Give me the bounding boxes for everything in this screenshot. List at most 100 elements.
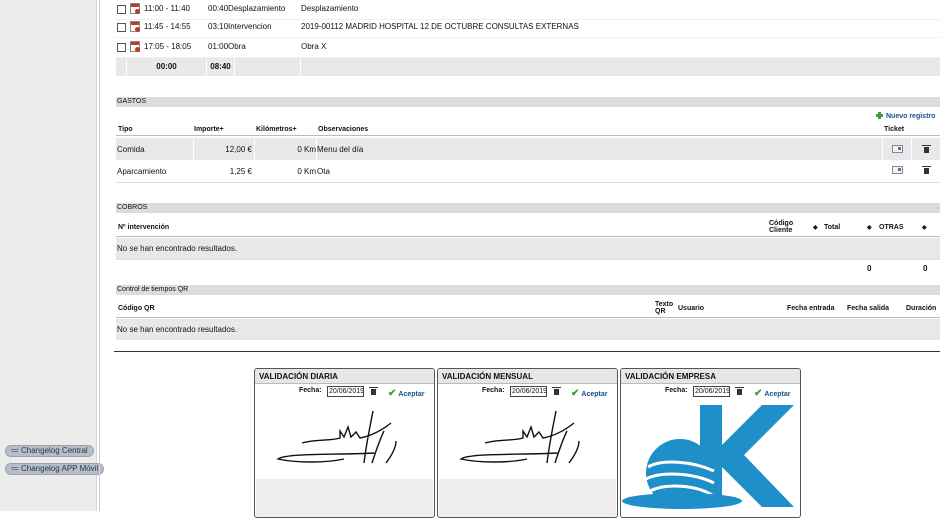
col-usuario: Usuario: [678, 305, 705, 312]
accept-button[interactable]: ✔ Aceptar: [754, 388, 790, 399]
ticket-image-icon[interactable]: [892, 166, 903, 174]
gastos-row: Comida 12,00 € 0 Km Menu del día: [116, 138, 940, 160]
col-fecha-entrada: Fecha entrada: [787, 305, 835, 312]
validation-title: VALIDACIÓN DIARIA: [255, 369, 434, 384]
list-icon: ≔: [11, 464, 19, 473]
gasto-km: 0 Km: [297, 167, 316, 176]
col-duracion: Duración: [906, 305, 937, 312]
trash-icon[interactable]: [735, 387, 744, 395]
gastos-title: GASTOS: [116, 97, 940, 107]
time-duration: 01:00: [208, 42, 229, 51]
time-type: Intervencion: [228, 22, 272, 31]
gasto-importe: 1,25 €: [229, 167, 252, 176]
row-checkbox[interactable]: [117, 43, 126, 52]
date-input[interactable]: 20/06/2019: [327, 386, 364, 397]
changelog-central-link[interactable]: ≔ Changelog Central: [5, 445, 94, 457]
section-divider: [114, 351, 940, 352]
col-km[interactable]: Kilómetros+: [256, 126, 297, 133]
trash-icon[interactable]: [922, 166, 931, 174]
time-description: Obra X: [301, 42, 327, 51]
accept-button[interactable]: ✔ Aceptar: [388, 388, 424, 399]
gasto-km: 0 Km: [297, 145, 316, 154]
list-icon: ≔: [11, 446, 19, 455]
time-range: 11:00 - 11:40: [144, 4, 190, 13]
fecha-label: Fecha:: [299, 387, 322, 394]
col-observaciones: Observaciones: [318, 126, 369, 133]
accept-label: Aceptar: [764, 391, 791, 398]
signature-image: [459, 410, 580, 464]
changelog-central-label: Changelog Central: [21, 446, 88, 455]
cobros-empty-message: No se han encontrado resultados.: [117, 244, 238, 253]
validation-card-daily: VALIDACIÓN DIARIA Fecha: 20/06/2019 ✔ Ace…: [254, 368, 435, 518]
cobros-otras-sum: 0: [923, 264, 928, 273]
check-icon: ✔: [754, 388, 763, 399]
cobros-totals-row: 0 0: [116, 259, 940, 275]
time-duration: 00:40: [208, 4, 229, 13]
cobros-empty-row: No se han encontrado resultados.: [116, 238, 940, 259]
row-checkbox[interactable]: [117, 5, 126, 14]
time-totals-row: 00:00 08:40: [116, 58, 940, 76]
new-record-button[interactable]: Nuevo registro: [876, 112, 935, 120]
date-input[interactable]: 20/06/2019: [693, 386, 730, 397]
col-ticket: Ticket: [884, 126, 905, 133]
validation-title: VALIDACIÓN EMPRESA: [621, 369, 800, 384]
qr-empty-row: No se han encontrado resultados.: [116, 319, 940, 340]
cobros-header: Nº intervención Código Cliente ◆ Total ◆…: [116, 220, 940, 237]
gasto-observaciones: Ota: [317, 167, 330, 176]
col-total[interactable]: Total: [824, 224, 840, 231]
date-input[interactable]: 20/06/2019: [510, 386, 547, 397]
col-tipo[interactable]: Tipo: [118, 126, 133, 133]
calendar-icon[interactable]: [130, 41, 140, 52]
row-checkbox[interactable]: [117, 23, 126, 32]
total-b: 08:40: [206, 58, 234, 76]
gasto-tipo: Comida: [117, 145, 145, 154]
check-icon: ✔: [571, 388, 580, 399]
check-icon: ✔: [388, 388, 397, 399]
sort-icon[interactable]: ◆: [813, 224, 818, 231]
col-fecha-salida: Fecha salida: [847, 305, 890, 312]
plus-icon: [876, 112, 883, 119]
company-logo-image: [622, 405, 794, 509]
qr-title: Control de tiempos QR: [116, 285, 940, 295]
time-entry-row: 11:00 - 11:40 00:40 Desplazamiento Despl…: [116, 0, 940, 20]
trash-icon[interactable]: [369, 387, 378, 395]
changelog-app-movil-label: Changelog APP Móvil: [21, 464, 99, 473]
col-importe[interactable]: Importe+: [194, 126, 224, 133]
trash-icon[interactable]: [922, 145, 931, 153]
validation-card-company: VALIDACIÓN EMPRESA Fecha: 20/06/2019 ✔ Ac…: [620, 368, 801, 518]
time-range: 17:05 - 18:05: [144, 42, 192, 51]
time-description: Desplazamiento: [301, 4, 359, 13]
ticket-image-icon[interactable]: [892, 145, 903, 153]
cobros-total-sum: 0: [867, 264, 872, 273]
col-codigo-cliente[interactable]: Código Cliente: [769, 220, 805, 234]
gasto-importe: 12,00 €: [225, 145, 252, 154]
col-texto-qr: Texto QR: [655, 301, 674, 315]
time-type: Desplazamiento: [228, 4, 286, 13]
new-record-label: Nuevo registro: [886, 113, 936, 120]
total-a: 00:00: [126, 58, 206, 76]
qr-header: Código QR Texto QR Usuario Fecha entrada…: [116, 301, 940, 318]
time-entry-row: 17:05 - 18:05 01:00 Obra Obra X: [116, 38, 940, 58]
col-codigo-qr: Código QR: [118, 305, 155, 312]
validation-title: VALIDACIÓN MENSUAL: [438, 369, 617, 384]
gasto-tipo: Aparcamiento: [117, 167, 167, 176]
time-range: 11:45 - 14:55: [144, 22, 191, 31]
gastos-header: Tipo Importe+ Kilómetros+ Observaciones …: [116, 124, 940, 136]
sort-icon[interactable]: ◆: [867, 224, 872, 231]
calendar-icon[interactable]: [130, 3, 140, 14]
qr-empty-message: No se han encontrado resultados.: [117, 325, 238, 334]
sort-icon[interactable]: ◆: [922, 224, 927, 231]
accept-button[interactable]: ✔ Aceptar: [571, 388, 607, 399]
time-duration: 03:10: [208, 22, 229, 31]
fecha-label: Fecha:: [482, 387, 505, 394]
changelog-app-movil-link[interactable]: ≔ Changelog APP Móvil: [5, 463, 105, 475]
time-description: 2019-00112 MADRID HOSPITAL 12 DE OCTUBRE…: [301, 22, 579, 31]
col-intervencion[interactable]: Nº intervención: [118, 224, 169, 231]
trash-icon[interactable]: [552, 387, 561, 395]
calendar-icon[interactable]: [130, 21, 140, 32]
accept-label: Aceptar: [398, 391, 425, 398]
signature-image: [276, 410, 397, 464]
validation-card-monthly: VALIDACIÓN MENSUAL Fecha: 20/06/2019 ✔ Ac…: [437, 368, 618, 518]
col-otras[interactable]: OTRAS: [879, 224, 904, 231]
main-content: 11:00 - 11:40 00:40 Desplazamiento Despl…: [100, 0, 950, 518]
